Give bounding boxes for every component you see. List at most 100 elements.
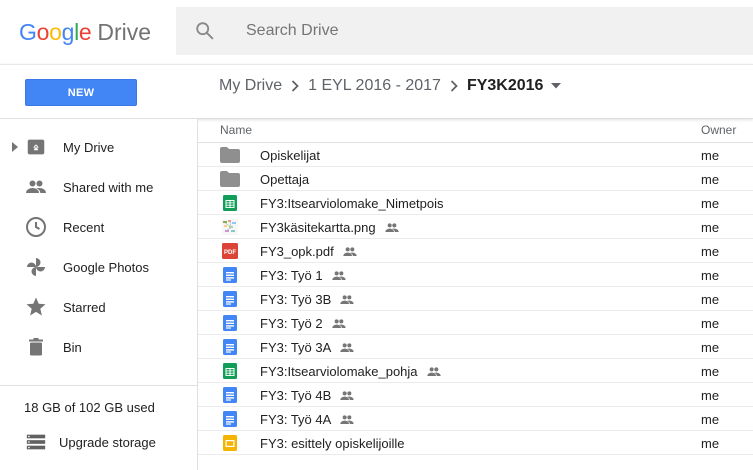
shared-icon — [339, 390, 355, 405]
slides-icon — [222, 435, 238, 451]
shared-icon — [384, 222, 400, 237]
file-name: FY3_opk.pdf — [260, 244, 358, 261]
star-icon — [24, 295, 48, 319]
file-owner: me — [701, 220, 720, 235]
doc-icon — [222, 411, 238, 427]
doc-icon — [222, 339, 238, 355]
sheet-icon — [222, 363, 238, 379]
breadcrumb-current-folder[interactable]: FY3K2016 — [467, 77, 544, 95]
file-row[interactable]: FY3: Työ 3B me — [198, 287, 753, 311]
search-box[interactable] — [176, 7, 753, 55]
shared-icon — [426, 366, 442, 381]
sidebar-item-bin[interactable]: Bin — [0, 328, 197, 366]
sidebar-item-label: My Drive — [63, 139, 115, 155]
sidebar-item-shared-with-me[interactable]: Shared with me — [0, 168, 197, 206]
chevron-right-icon — [291, 80, 299, 92]
file-name: FY3: Työ 4A — [260, 412, 355, 429]
file-row[interactable]: FY3: esittely opiskelijoille me — [198, 431, 753, 455]
chevron-right-icon — [450, 80, 458, 92]
file-list-header: Name Owner — [198, 119, 753, 143]
file-name: FY3: Työ 2 — [260, 316, 347, 333]
google-drive-logo[interactable]: Google Drive — [19, 19, 151, 45]
file-row[interactable]: Opettaja me — [198, 167, 753, 191]
file-row[interactable]: FY3: Työ 3A me — [198, 335, 753, 359]
photos-icon — [24, 255, 48, 279]
sidebar-item-label: Bin — [63, 339, 82, 355]
file-name: FY3:Itsearviolomake_Nimetpois — [260, 196, 444, 211]
file-owner: me — [701, 172, 720, 187]
file-owner: me — [701, 412, 720, 427]
image-icon — [222, 219, 238, 235]
file-owner: me — [701, 364, 720, 379]
sidebar-item-recent[interactable]: Recent — [0, 208, 197, 246]
file-name: FY3: Työ 4B — [260, 388, 355, 405]
app-header: Google Drive — [0, 0, 753, 64]
upgrade-storage-button[interactable]: Upgrade storage — [0, 423, 197, 461]
doc-icon — [222, 387, 238, 403]
file-owner: me — [701, 244, 720, 259]
sidebar-divider — [0, 385, 197, 386]
file-name: FY3: esittely opiskelijoille — [260, 436, 405, 451]
file-row[interactable]: FY3:Itsearviolomake_Nimetpois me — [198, 191, 753, 215]
doc-icon — [222, 315, 238, 331]
file-row[interactable]: PDF FY3_opk.pdf me — [198, 239, 753, 263]
file-row[interactable]: FY3:Itsearviolomake_pohja me — [198, 359, 753, 383]
upgrade-storage-label: Upgrade storage — [59, 435, 156, 450]
storage-usage-text: 18 GB of 102 GB used — [24, 400, 155, 415]
search-input[interactable] — [246, 19, 726, 43]
sidebar-item-google-photos[interactable]: Google Photos — [0, 248, 197, 286]
sidebar-item-label: Google Photos — [63, 259, 150, 275]
shared-icon — [339, 294, 355, 309]
logo-google-text: Google — [19, 19, 92, 46]
file-name: Opiskelijat — [260, 148, 320, 163]
shared-icon — [339, 414, 355, 429]
toolbar: NEW My Drive 1 EYL 2016 - 2017 FY3K2016 — [0, 64, 753, 119]
file-owner: me — [701, 268, 720, 283]
logo-drive-text: Drive — [97, 19, 152, 45]
shared-icon — [331, 270, 347, 285]
doc-icon — [222, 291, 238, 307]
file-name: Opettaja — [260, 172, 310, 187]
expand-arrow-icon[interactable] — [11, 142, 19, 152]
new-button[interactable]: NEW — [25, 79, 137, 106]
pdf-icon: PDF — [222, 243, 238, 259]
column-header-owner[interactable]: Owner — [701, 123, 736, 137]
logo-letter: o — [36, 19, 50, 45]
breadcrumb-parent-folder[interactable]: 1 EYL 2016 - 2017 — [308, 77, 441, 95]
doc-icon — [222, 267, 238, 283]
sidebar-item-my-drive[interactable]: My Drive — [0, 128, 197, 166]
search-icon[interactable] — [194, 20, 216, 42]
caret-down-icon[interactable] — [551, 83, 562, 89]
file-row[interactable]: FY3: Työ 1 me — [198, 263, 753, 287]
file-name: FY3käsitekartta.png — [260, 220, 400, 237]
folder-icon — [220, 171, 240, 187]
column-header-name[interactable]: Name — [220, 123, 252, 137]
file-name: FY3:Itsearviolomake_pohja — [260, 364, 442, 381]
folder-icon — [220, 147, 240, 163]
file-name: FY3: Työ 3A — [260, 340, 355, 357]
svg-text:PDF: PDF — [224, 250, 236, 256]
logo-letter: G — [19, 19, 37, 45]
sidebar: My Drive Shared with me Recent Google Ph… — [0, 119, 198, 470]
shared-icon — [339, 342, 355, 357]
storage-icon — [24, 430, 48, 454]
sheet-icon — [222, 195, 238, 211]
sidebar-item-label: Shared with me — [63, 179, 154, 195]
logo-letter: e — [78, 19, 92, 45]
logo-letter: g — [61, 19, 75, 45]
clock-icon — [24, 215, 48, 239]
sidebar-item-label: Starred — [63, 299, 106, 315]
drive-icon — [24, 135, 48, 159]
sidebar-item-starred[interactable]: Starred — [0, 288, 197, 326]
file-row[interactable]: Opiskelijat me — [198, 143, 753, 167]
file-name: FY3: Työ 1 — [260, 268, 347, 285]
file-row[interactable]: FY3: Työ 2 me — [198, 311, 753, 335]
file-list: Name Owner Opiskelijat me Opettaja me FY3:It… — [198, 119, 753, 470]
file-row[interactable]: FY3: Työ 4B me — [198, 383, 753, 407]
file-row[interactable]: FY3käsitekartta.png me — [198, 215, 753, 239]
file-owner: me — [701, 340, 720, 355]
file-owner: me — [701, 388, 720, 403]
breadcrumb-my-drive[interactable]: My Drive — [219, 77, 282, 95]
file-owner: me — [701, 196, 720, 211]
file-row[interactable]: FY3: Työ 4A me — [198, 407, 753, 431]
